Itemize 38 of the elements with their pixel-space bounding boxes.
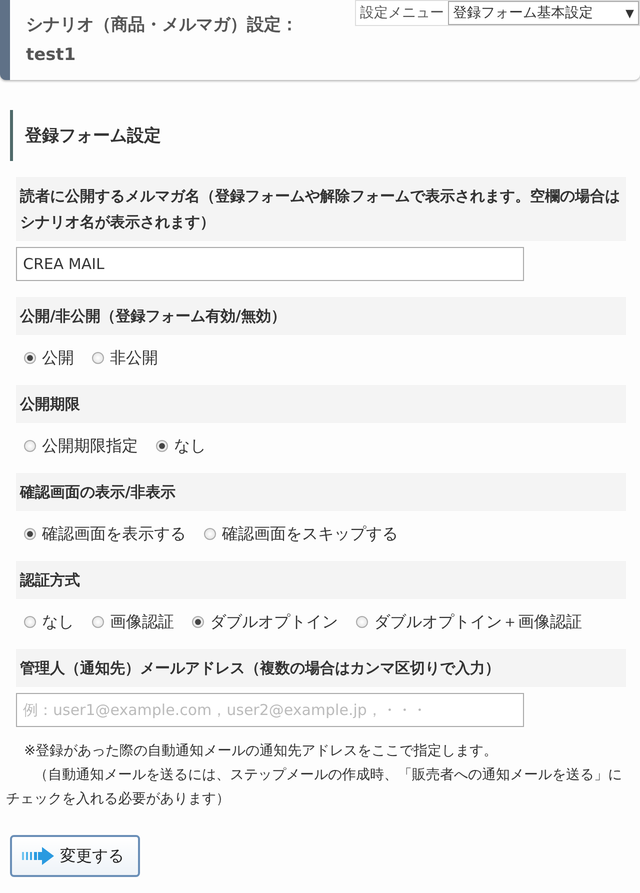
radio-label[interactable]: なし — [42, 611, 74, 633]
radio-button[interactable] — [192, 616, 204, 628]
radio-button[interactable] — [24, 528, 36, 540]
radio-label[interactable]: 確認画面を表示する — [42, 523, 186, 545]
field-label: 公開期限 — [16, 385, 626, 423]
radio-button[interactable] — [24, 440, 36, 452]
help-text: （自動通知メールを送るには、ステップメールの作成時、「販売者への通知メールを送る」にチェックを入れる必要があります） — [6, 766, 623, 809]
radio-label[interactable]: 画像認証 — [110, 611, 174, 633]
text-field[interactable]: CREA MAIL — [16, 247, 524, 281]
radio-button[interactable] — [24, 352, 36, 364]
radio-label[interactable]: 公開期限指定 — [42, 435, 138, 457]
radio-button[interactable] — [92, 616, 104, 628]
radio-button[interactable] — [356, 616, 368, 628]
radio-label[interactable]: なし — [174, 435, 206, 457]
scenario-name: test1 — [26, 44, 76, 67]
field-label: 公開/非公開（登録フォーム有効/無効） — [16, 297, 626, 335]
section-title: 登録フォーム設定 — [10, 110, 173, 161]
radio-button[interactable] — [92, 352, 104, 364]
help-text: ※登録があった際の自動通知メールの通知先アドレスをここで指定します。 — [23, 742, 499, 761]
text-field[interactable]: 例：user1@example.com，user2@example.jp，・・・ — [16, 693, 524, 727]
field-label: 読者に公開するメルマガ名（登録フォームや解除フォームで表示されます。空欄の場合はシナリオ名が表示されます） — [16, 177, 626, 241]
radio-button[interactable] — [24, 616, 36, 628]
field-label: 認証方式 — [16, 561, 626, 599]
settings-menu-label: 設定メニュー — [360, 4, 444, 22]
submit-button[interactable]: 変更する — [10, 835, 140, 877]
arrow-icon — [20, 846, 56, 866]
radio-label[interactable]: ダブルオプトイン＋画像認証 — [374, 611, 582, 633]
radio-button[interactable] — [204, 528, 216, 540]
page-title: シナリオ（商品・メルマガ）設定： — [26, 14, 298, 37]
field-label: 管理人（通知先）メールアドレス（複数の場合はカンマ区切りで入力） — [16, 649, 626, 687]
field-label: 確認画面の表示/非表示 — [16, 473, 626, 511]
radio-label[interactable]: 公開 — [42, 347, 74, 369]
radio-label[interactable]: 非公開 — [110, 347, 158, 369]
radio-label[interactable]: 確認画面をスキップする — [222, 523, 398, 545]
settings-menu-select[interactable]: 登録フォーム基本設定 ▼ — [448, 1, 639, 25]
radio-button[interactable] — [156, 440, 168, 452]
dropdown-caret-icon: ▼ — [626, 6, 634, 20]
radio-label[interactable]: ダブルオプトイン — [210, 611, 338, 633]
